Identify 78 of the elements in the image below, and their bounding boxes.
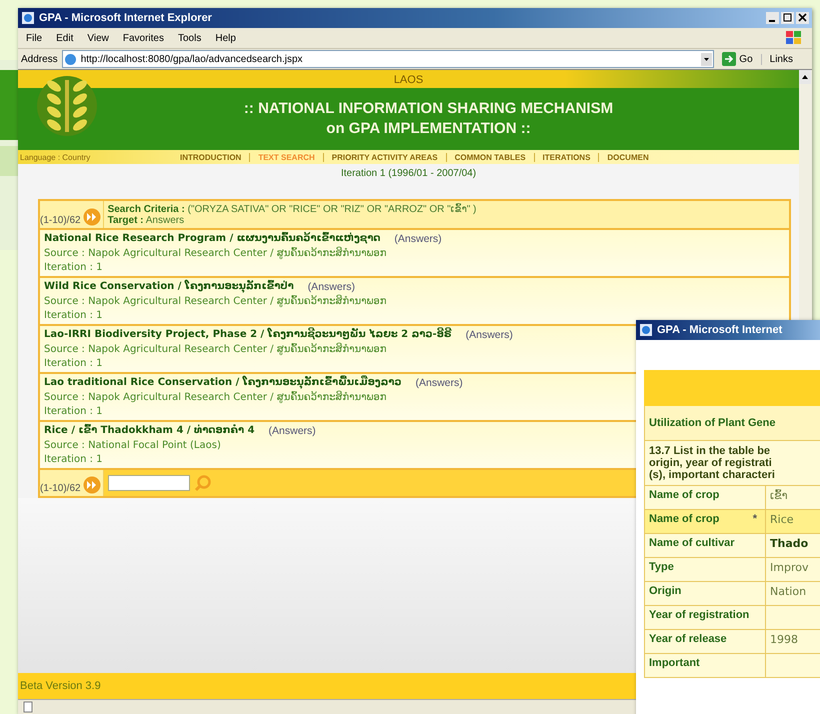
required-marker: *	[752, 513, 758, 527]
field-label: Origin	[649, 585, 682, 599]
browser-icon	[639, 323, 653, 337]
nav-tab[interactable]: COMMON TABLES	[454, 152, 526, 162]
result-source: Source : National Focal Point (Laos)	[44, 440, 221, 451]
result-title[interactable]: Lao-IRRI Biodiversity Project, Phase 2 / ໂຄງການຊີວະນາໆພັນ ໄລຍະ 2 ລາວ-ອີຣີ	[44, 329, 452, 341]
question-text: 13.7 List in the table be	[649, 445, 772, 457]
dropdown-icon[interactable]	[701, 52, 712, 66]
question-text: (s), important characteri	[649, 469, 776, 481]
menu-item[interactable]: Help	[215, 32, 236, 44]
close-icon[interactable]	[796, 12, 809, 24]
menu-item[interactable]: View	[87, 32, 109, 44]
field-value: Rice	[770, 513, 794, 526]
windows-logo-icon	[784, 29, 804, 47]
go-button[interactable]: Go	[718, 52, 757, 66]
field-label: Type	[649, 561, 674, 575]
result-type: (Answers)	[415, 377, 463, 389]
result-range: (1-10)/62	[40, 215, 81, 226]
result-iteration: Iteration : 1	[44, 406, 103, 417]
window-title: GPA - Microsoft Internet	[657, 324, 782, 336]
field-label: Year of release	[649, 633, 727, 647]
result-type: (Answers)	[394, 233, 442, 245]
result-iteration: Iteration : 1	[44, 262, 103, 273]
question-text: origin, year of registrati	[649, 457, 773, 469]
menu-item[interactable]: Edit	[56, 32, 74, 44]
window-title: GPA - Microsoft Internet Explorer	[39, 12, 212, 24]
field-value: Nation	[770, 585, 806, 598]
page-icon	[64, 52, 77, 66]
result-source: Source : Napok Agricultural Research Center / ສູນຄົ້ນຄວ້າກະສິກຳນາພອກ	[44, 296, 386, 307]
search-target: Target : Answers	[108, 215, 186, 226]
field-value: Thado	[770, 537, 808, 550]
field-value: Improv	[770, 561, 808, 574]
nav-tab[interactable]: INTRODUCTION	[180, 152, 242, 162]
menu-item[interactable]: Tools	[178, 32, 202, 44]
result-type: (Answers)	[466, 329, 513, 341]
banner-title: :: NATIONAL INFORMATION SHARING MECHANISM	[244, 99, 614, 119]
minimize-icon[interactable]	[766, 12, 779, 24]
result-iteration: Iteration : 1	[44, 454, 103, 465]
nav-tab[interactable]: ITERATIONS	[542, 152, 590, 162]
search-criteria: Search Criteria : ("ORYZA SATIVA" OR "RICE" OR "RIZ" OR "ARROZ" OR "ເຂົ້າ" )	[108, 203, 476, 215]
field-label: Important	[649, 657, 700, 671]
language-link[interactable]: Language : Country	[18, 152, 180, 162]
result-title[interactable]: Lao traditional Rice Conservation / ໂຄງການອະນຸລັກເຂົ້າພື້ນເມືອງລາວ	[44, 377, 402, 389]
result-source: Source : Napok Agricultural Research Center / ສູນຄົ້ນຄວ້າກະສິກຳນາພອກ	[44, 392, 386, 403]
result-range: (1-10)/62	[40, 483, 81, 494]
field-label: Name of crop	[649, 489, 720, 503]
version-text: Beta Version 3.9	[20, 680, 101, 692]
result-title[interactable]: Wild Rice Conservation / ໂຄງການອະນຸລັກເຂົ້າປ່າ	[44, 281, 294, 293]
maximize-icon[interactable]	[781, 12, 794, 24]
links-button[interactable]: Links	[760, 54, 809, 64]
nav-tab[interactable]: DOCUMEN	[607, 152, 649, 162]
iteration-heading: Iteration 1 (1996/01 - 2007/04)	[340, 167, 478, 181]
result-type: (Answers)	[308, 281, 355, 293]
field-label: Year of registration	[649, 609, 750, 623]
result-iteration: Iteration : 1	[44, 358, 103, 369]
scroll-up-icon[interactable]	[799, 70, 811, 84]
result-title[interactable]: Rice / ເຂົ້າ Thadokkham 4 / ທ່າດອກຄຳ 4	[44, 425, 255, 437]
result-iteration: Iteration : 1	[44, 310, 103, 321]
field-label: Name of cultivar	[649, 537, 735, 551]
section-heading: Utilization of Plant Gene	[649, 417, 776, 429]
page-status-icon	[22, 701, 34, 713]
result-source: Source : Napok Agricultural Research Center / ສູນຄົ້ນຄວ້າກະສິກຳນາພອກ	[44, 248, 386, 259]
result-type: (Answers)	[268, 425, 316, 437]
country-title: LAOS	[394, 74, 424, 86]
result-title[interactable]: National Rice Research Program / ແຜນງານຄົ້ນຄວ້າເຂົ້າແຫ່ງຊາດ	[44, 233, 380, 245]
nav-tab[interactable]: PRIORITY ACTIVITY AREAS	[332, 152, 438, 162]
page-input[interactable]	[108, 475, 190, 491]
field-value: 1998	[770, 633, 798, 646]
banner-subtitle: on GPA IMPLEMENTATION ::	[326, 119, 531, 139]
field-value: ເຂົ້າ	[770, 489, 788, 502]
menu-item[interactable]: Favorites	[122, 32, 164, 44]
go-arrow-icon	[722, 52, 736, 66]
field-label: Name of crop	[649, 513, 720, 527]
menu-item[interactable]: File	[26, 32, 42, 44]
browser-icon	[21, 11, 35, 25]
result-source: Source : Napok Agricultural Research Center / ສູນຄົ້ນຄວ້າກະສິກຳນາພອກ	[44, 344, 386, 355]
address-label: Address	[21, 54, 58, 64]
address-field[interactable]: http://localhost:8080/gpa/lao/advancedsearch.jspx	[62, 50, 714, 68]
